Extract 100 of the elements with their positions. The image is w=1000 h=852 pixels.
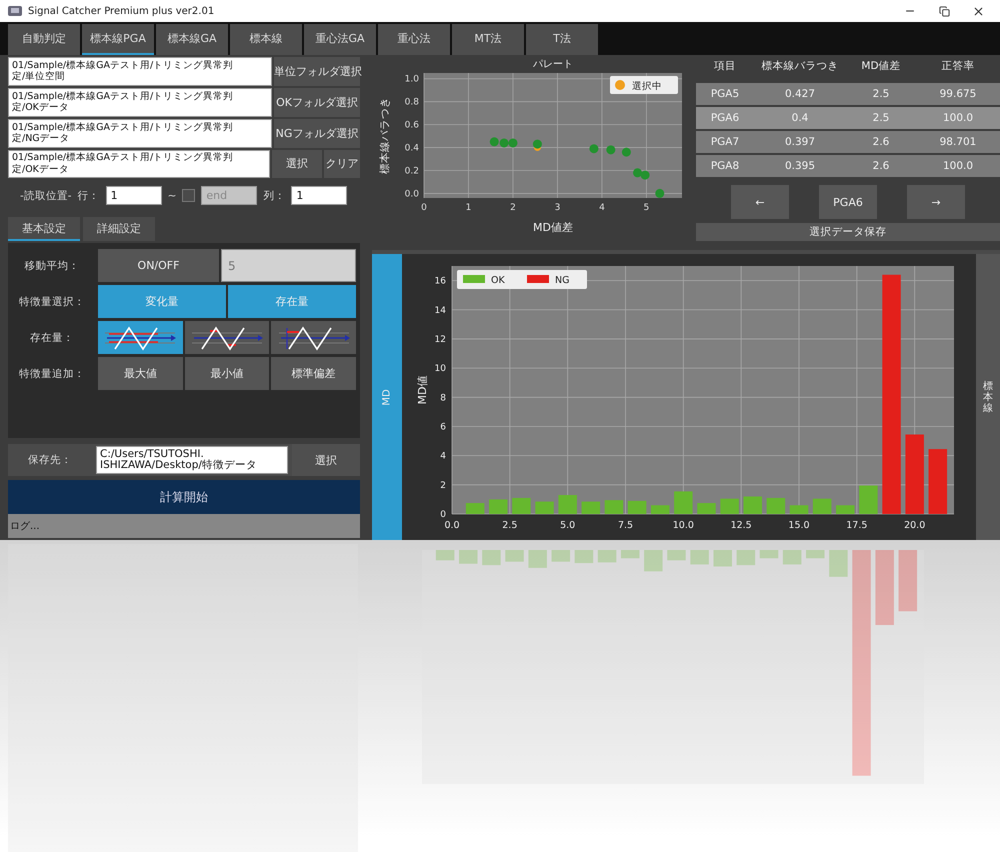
column-header: MD値差 bbox=[860, 59, 902, 73]
axis-tick-label: 1 bbox=[466, 203, 472, 213]
table-cell-text: 0.395 bbox=[784, 160, 816, 172]
tab[interactable]: 標本線 bbox=[230, 24, 302, 55]
setting-label: 特徴量選択： bbox=[18, 294, 86, 310]
axis-tick-label: 15.0 bbox=[788, 520, 810, 531]
column-input[interactable]: 1 bbox=[291, 186, 348, 206]
current-item-button[interactable]: PGA6 bbox=[819, 185, 877, 219]
axis-tick-label: 10.0 bbox=[672, 520, 694, 531]
column-label: 列： bbox=[263, 188, 286, 203]
toggle-button[interactable]: ON/OFF bbox=[98, 249, 219, 282]
folder-button[interactable]: NGフォルダ選択 bbox=[274, 118, 360, 148]
tab[interactable]: 重心法 bbox=[378, 24, 450, 55]
axis-title: MD値 bbox=[416, 376, 429, 404]
tab[interactable]: T法 bbox=[526, 24, 598, 55]
row-label: 行： bbox=[78, 188, 100, 203]
setting-label: 存在量： bbox=[29, 330, 75, 346]
table-cell-text: 100.0 bbox=[942, 112, 974, 124]
axis-tick-label: 0 bbox=[440, 510, 446, 520]
window-title: Signal Catcher Premium plus ver2.01 bbox=[28, 6, 216, 16]
read-position-label: -読取位置- bbox=[20, 188, 72, 203]
axis-tick-label: 10 bbox=[434, 364, 446, 374]
axis-tick-label: 0.2 bbox=[404, 166, 419, 176]
axis-tick-label: 5.0 bbox=[560, 520, 576, 531]
table-cell-text: 2.5 bbox=[872, 112, 890, 124]
axis-tick-label: 2 bbox=[440, 480, 446, 491]
axis-tick-label: 4 bbox=[599, 203, 605, 213]
settings-tab[interactable]: 基本設定 bbox=[8, 217, 80, 242]
table-row[interactable]: PGA8 0.395 2.6 100.0 bbox=[696, 155, 1000, 177]
axis-tick-label: 8 bbox=[440, 393, 446, 404]
table-cell-text: 100.0 bbox=[942, 160, 974, 172]
table-cell-text: PGA6 bbox=[710, 112, 740, 124]
tab[interactable]: 自動判定 bbox=[8, 24, 80, 55]
settings-tab[interactable]: 詳細設定 bbox=[83, 217, 155, 242]
axis-tick-label: 4 bbox=[440, 452, 446, 462]
axis-tick-label: 7.5 bbox=[618, 520, 634, 531]
setting-label: 特徴量追加： bbox=[18, 366, 86, 382]
axis-tick-label: 0.0 bbox=[444, 520, 460, 531]
axis-tick-label: 0.4 bbox=[404, 144, 419, 154]
tab[interactable]: 標本線GA bbox=[156, 24, 228, 55]
folder-button[interactable]: クリア bbox=[324, 150, 360, 178]
run-button[interactable]: 計算開始 bbox=[8, 480, 360, 514]
table-cell-text: 2.6 bbox=[872, 136, 890, 148]
axis-tick-label: 1.0 bbox=[404, 74, 419, 85]
table-cell-text: 0.397 bbox=[784, 136, 816, 148]
axis-tick-label: 12.5 bbox=[730, 520, 752, 531]
legend-label: 選択中 bbox=[632, 81, 662, 92]
option-button[interactable]: 最小値 bbox=[184, 357, 270, 390]
save-selection-button[interactable]: 選択データ保存 bbox=[696, 223, 1000, 241]
axis-title: 標本線バラつき bbox=[379, 97, 391, 174]
axis-tick-label: 2.5 bbox=[502, 520, 518, 531]
axis-tick-label: 3 bbox=[554, 203, 560, 213]
table-cell-text: PGA8 bbox=[710, 160, 740, 172]
path-field[interactable]: 01/Sample/標本線GAテスト用/トリミング異常判 定/単位空間 bbox=[8, 57, 272, 86]
table-cell-text: 99.675 bbox=[938, 88, 978, 100]
axis-tick-label: 20.0 bbox=[904, 520, 926, 531]
table-cell-text: 2.5 bbox=[872, 88, 890, 100]
select-button[interactable]: 選択 bbox=[292, 444, 360, 476]
log-area: ログ... bbox=[8, 514, 360, 538]
axis-tick-label: 5 bbox=[644, 203, 650, 213]
axis-tick-label: 0.0 bbox=[404, 189, 419, 200]
axis-tick-label: 12 bbox=[434, 334, 446, 345]
column-header: 項目 bbox=[713, 59, 737, 73]
path-field[interactable]: 01/Sample/標本線GAテスト用/トリミング異常判 定/OKデータ bbox=[8, 88, 272, 117]
save-label: 保存先： bbox=[27, 453, 73, 468]
axis-tick-label: 14 bbox=[434, 306, 446, 316]
folder-button[interactable]: 選択 bbox=[272, 150, 322, 178]
tilde-text: ~ bbox=[168, 190, 176, 202]
axis-tick-label: 16 bbox=[434, 276, 446, 287]
next-button[interactable]: → bbox=[907, 185, 965, 219]
axis-title: MD値差 bbox=[533, 221, 573, 234]
table-cell-text: PGA5 bbox=[710, 88, 740, 100]
table-cell-text: 0.4 bbox=[790, 112, 810, 124]
axis-tick-label: 6 bbox=[440, 422, 446, 432]
axis-tick-label: 0.6 bbox=[404, 120, 419, 131]
axis-tick-label: 0.8 bbox=[404, 98, 419, 108]
option-button[interactable]: 最大値 bbox=[98, 357, 183, 390]
table-cell-text: PGA7 bbox=[710, 136, 740, 148]
axis-tick-label: 17.5 bbox=[846, 520, 868, 531]
folder-button[interactable]: OKフォルダ選択 bbox=[274, 88, 360, 117]
tab[interactable]: 標本線PGA bbox=[82, 24, 154, 55]
table-row[interactable]: PGA7 0.397 2.6 98.701 bbox=[696, 131, 1000, 153]
folder-button[interactable]: 単位フォルダ選択 bbox=[274, 57, 360, 86]
table-cell-text: 0.427 bbox=[784, 88, 816, 100]
tab[interactable]: 重心法GA bbox=[304, 24, 376, 55]
side-tab[interactable]: 標本線 bbox=[976, 254, 1000, 540]
path-field[interactable]: 01/Sample/標本線GAテスト用/トリミング異常判 定/NGデータ bbox=[8, 118, 272, 148]
chart-title: パレート bbox=[533, 59, 573, 70]
previous-button[interactable]: ← bbox=[731, 185, 789, 219]
option-button[interactable]: 標準偏差 bbox=[271, 357, 356, 390]
setting-label: 移動平均： bbox=[24, 258, 80, 274]
row-start-input[interactable]: 1 bbox=[106, 186, 162, 206]
legend-label: NG bbox=[555, 275, 570, 286]
path-field[interactable]: 01/Sample/標本線GAテスト用/トリミング異常判 定/OKデータ bbox=[8, 150, 270, 178]
axis-tick-label: 0 bbox=[421, 203, 427, 213]
tab[interactable]: MT法 bbox=[452, 24, 524, 55]
table-row[interactable]: PGA5 0.427 2.5 99.675 bbox=[696, 83, 1000, 105]
legend-label: OK bbox=[491, 275, 505, 286]
save-path-field[interactable]: C:/Users/TSUTOSHI. ISHIZAWA/Desktop/特徴データ bbox=[96, 446, 288, 474]
column-header: 正答率 bbox=[940, 59, 976, 73]
